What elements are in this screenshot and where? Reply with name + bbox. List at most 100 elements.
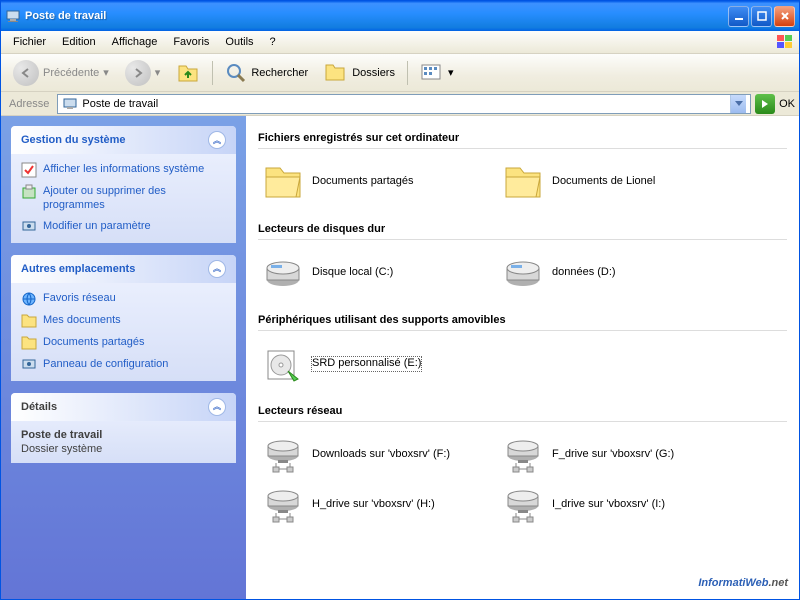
menu-fichier[interactable]: Fichier: [5, 33, 54, 51]
address-label: Adresse: [5, 98, 53, 110]
chevron-down-icon: ▾: [448, 66, 454, 79]
programs-icon: [21, 184, 37, 200]
item-label: I_drive sur 'vboxsrv' (I:): [552, 498, 665, 511]
task-label: Mes documents: [43, 313, 121, 327]
list-item[interactable]: I_drive sur 'vboxsrv' (I:): [498, 480, 738, 530]
watermark-text: InformatiWeb: [698, 577, 768, 589]
place-mydocs[interactable]: Mes documents: [21, 313, 226, 329]
collapse-icon[interactable]: ︽: [208, 398, 226, 416]
go-label: OK: [779, 98, 795, 110]
collapse-icon[interactable]: ︽: [208, 131, 226, 149]
chevron-down-icon: ▾: [103, 66, 109, 79]
folder-up-icon: [176, 61, 200, 85]
other-places-header[interactable]: Autres emplacements ︽: [11, 255, 236, 283]
menu-outils[interactable]: Outils: [217, 33, 261, 51]
folders-button[interactable]: Dossiers: [318, 58, 401, 88]
task-change-setting[interactable]: Modifier un paramètre: [21, 219, 226, 235]
list-item[interactable]: F_drive sur 'vboxsrv' (G:): [498, 430, 738, 480]
back-icon: [13, 60, 39, 86]
window-title: Poste de travail: [25, 10, 728, 22]
address-field[interactable]: Poste de travail: [57, 94, 751, 114]
other-places-panel: Autres emplacements ︽ Favoris réseau Mes…: [11, 255, 236, 381]
details-header[interactable]: Détails ︽: [11, 393, 236, 421]
menubar: Fichier Edition Affichage Favoris Outils…: [1, 31, 799, 54]
task-label: Favoris réseau: [43, 291, 116, 305]
task-add-remove[interactable]: Ajouter ou supprimer des programmes: [21, 184, 226, 213]
place-controlpanel[interactable]: Panneau de configuration: [21, 357, 226, 373]
forward-button[interactable]: ▾: [119, 56, 167, 90]
toolbar-separator: [407, 61, 408, 85]
items-grid: Documents partagés Documents de Lionel: [258, 157, 787, 207]
forward-icon: [125, 60, 151, 86]
task-label: Ajouter ou supprimer des programmes: [43, 184, 226, 213]
content-area: Gestion du système ︽ Afficher les inform…: [1, 116, 799, 599]
list-item[interactable]: données (D:): [498, 248, 738, 298]
addressbar: Adresse Poste de travail OK: [1, 92, 799, 116]
folder-icon: [502, 161, 544, 203]
place-shareddocs[interactable]: Documents partagés: [21, 335, 226, 351]
netdrive-icon: [262, 484, 304, 526]
list-item[interactable]: SRD personnalisé (E:): [258, 339, 498, 389]
network-icon: [21, 291, 37, 307]
folders-label: Dossiers: [352, 67, 395, 79]
folders-icon: [324, 62, 348, 84]
up-button[interactable]: [170, 57, 206, 89]
menu-help[interactable]: ?: [262, 33, 284, 51]
go-button[interactable]: [755, 94, 775, 114]
my-computer-icon: [5, 8, 21, 24]
list-item[interactable]: Downloads sur 'vboxsrv' (F:): [258, 430, 498, 480]
close-button[interactable]: [774, 6, 795, 27]
section-header: Périphériques utilisant des supports amo…: [258, 310, 787, 331]
search-button[interactable]: Rechercher: [219, 58, 314, 88]
system-tasks-panel: Gestion du système ︽ Afficher les inform…: [11, 126, 236, 243]
address-value: Poste de travail: [82, 98, 726, 110]
toolbar: Précédente ▾ ▾ Rechercher Dossiers ▾: [1, 54, 799, 92]
menu-edition[interactable]: Edition: [54, 33, 104, 51]
task-label: Documents partagés: [43, 335, 145, 349]
place-network[interactable]: Favoris réseau: [21, 291, 226, 307]
chevron-down-icon: ▾: [155, 66, 161, 79]
back-button[interactable]: Précédente ▾: [7, 56, 115, 90]
explorer-window: Poste de travail Fichier Edition Afficha…: [0, 0, 800, 600]
info-icon: [21, 162, 37, 178]
control-panel-icon: [21, 357, 37, 373]
tasks-sidebar: Gestion du système ︽ Afficher les inform…: [1, 116, 246, 599]
menu-favoris[interactable]: Favoris: [165, 33, 217, 51]
list-item[interactable]: Disque local (C:): [258, 248, 498, 298]
list-item[interactable]: Documents partagés: [258, 157, 498, 207]
titlebar[interactable]: Poste de travail: [1, 1, 799, 31]
views-button[interactable]: ▾: [414, 59, 460, 87]
views-icon: [420, 63, 444, 83]
details-type: Dossier système: [21, 443, 226, 455]
list-item[interactable]: H_drive sur 'vboxsrv' (H:): [258, 480, 498, 530]
search-icon: [225, 62, 247, 84]
maximize-button[interactable]: [751, 6, 772, 27]
watermark-suffix: .net: [768, 577, 788, 589]
items-grid: Downloads sur 'vboxsrv' (F:)F_drive sur …: [258, 430, 787, 530]
disk-icon: [262, 252, 304, 294]
item-label: données (D:): [552, 266, 616, 279]
search-label: Rechercher: [251, 67, 308, 79]
task-system-info[interactable]: Afficher les informations système: [21, 162, 226, 178]
details-name: Poste de travail: [21, 429, 226, 441]
item-label: Documents de Lionel: [552, 175, 655, 188]
system-tasks-header[interactable]: Gestion du système ︽: [11, 126, 236, 154]
panel-title: Autres emplacements: [21, 263, 135, 275]
section-header: Fichiers enregistrés sur cet ordinateur: [258, 128, 787, 149]
folder-icon: [262, 161, 304, 203]
address-dropdown-button[interactable]: [730, 95, 746, 113]
my-computer-icon: [62, 96, 78, 112]
cd-icon: [262, 343, 304, 385]
windows-flag-icon: [775, 33, 795, 51]
task-label: Afficher les informations système: [43, 162, 204, 176]
minimize-button[interactable]: [728, 6, 749, 27]
toolbar-separator: [212, 61, 213, 85]
item-label: Disque local (C:): [312, 266, 393, 279]
collapse-icon[interactable]: ︽: [208, 260, 226, 278]
disk-icon: [502, 252, 544, 294]
list-item[interactable]: Documents de Lionel: [498, 157, 738, 207]
folder-icon: [21, 335, 37, 351]
item-label: Documents partagés: [312, 175, 414, 188]
netdrive-icon: [262, 434, 304, 476]
menu-affichage[interactable]: Affichage: [104, 33, 166, 51]
